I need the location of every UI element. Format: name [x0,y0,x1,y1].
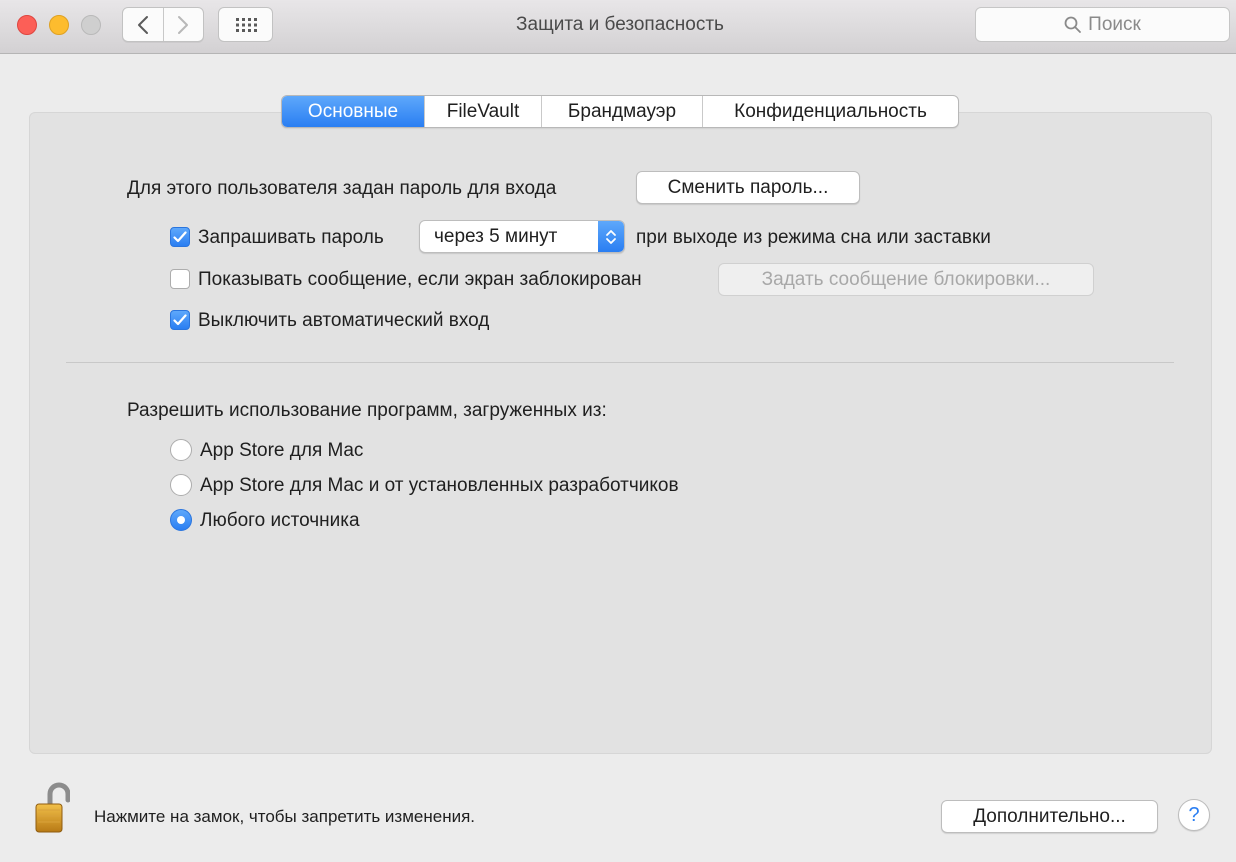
set-lock-message-button[interactable]: Задать сообщение блокировки... [718,263,1094,296]
close-window-button[interactable] [17,15,37,35]
radio-anywhere-label: Любого источника [200,510,360,531]
password-set-label: Для этого пользователя задан пароль для … [127,178,557,199]
chevron-right-icon [178,15,189,34]
require-password-suffix: при выходе из режима сна или заставки [636,227,991,248]
minimize-window-button[interactable] [49,15,69,35]
search-placeholder: Поиск [1088,13,1141,35]
disable-autologin-checkbox[interactable] [170,310,190,330]
select-stepper-icon [598,221,624,252]
tab-general[interactable]: Основные [282,96,424,127]
back-button[interactable] [123,8,163,41]
section-divider [66,362,1174,363]
require-password-delay-select[interactable]: через 5 минут [419,220,625,253]
show-message-checkbox[interactable] [170,269,190,289]
lock-button[interactable] [30,782,71,834]
checkmark-icon [173,314,187,326]
navigation-buttons [122,7,204,42]
allow-apps-heading: Разрешить использование программ, загруж… [127,400,607,421]
zoom-window-button[interactable] [81,15,101,35]
content-panel [29,112,1212,754]
checkmark-icon [173,231,187,243]
radio-app-store-label: App Store для Mac [200,440,364,461]
require-password-delay-value: через 5 минут [434,225,558,247]
tab-filevault[interactable]: FileVault [424,96,541,127]
title-bar: Защита и безопасность Поиск [0,0,1236,54]
show-message-label: Показывать сообщение, если экран заблоки… [198,269,642,290]
radio-anywhere[interactable] [170,509,192,531]
disable-autologin-label: Выключить автоматический вход [198,310,490,331]
forward-button[interactable] [162,8,204,41]
radio-app-store-developers-label: App Store для Mac и от установленных раз… [200,475,679,496]
radio-app-store[interactable] [170,439,192,461]
tab-bar: Основные FileVault Брандмауэр Конфиденци… [281,95,959,128]
require-password-checkbox[interactable] [170,227,190,247]
window-title: Защита и безопасность [516,14,724,35]
change-password-button[interactable]: Сменить пароль... [636,171,860,204]
help-icon: ? [1188,803,1200,826]
radio-app-store-developers[interactable] [170,474,192,496]
search-field[interactable]: Поиск [975,7,1230,42]
tab-firewall[interactable]: Брандмауэр [541,96,702,127]
show-all-button[interactable] [218,7,273,42]
advanced-button[interactable]: Дополнительно... [941,800,1158,833]
unlocked-padlock-icon [35,782,71,833]
search-icon [1064,16,1082,33]
require-password-label: Запрашивать пароль [198,227,384,248]
grid-icon [235,17,257,32]
lock-hint-text: Нажмите на замок, чтобы запретить измене… [94,807,476,826]
help-button[interactable]: ? [1178,799,1210,831]
chevron-left-icon [137,15,148,34]
tab-privacy[interactable]: Конфиденциальность [702,96,958,127]
